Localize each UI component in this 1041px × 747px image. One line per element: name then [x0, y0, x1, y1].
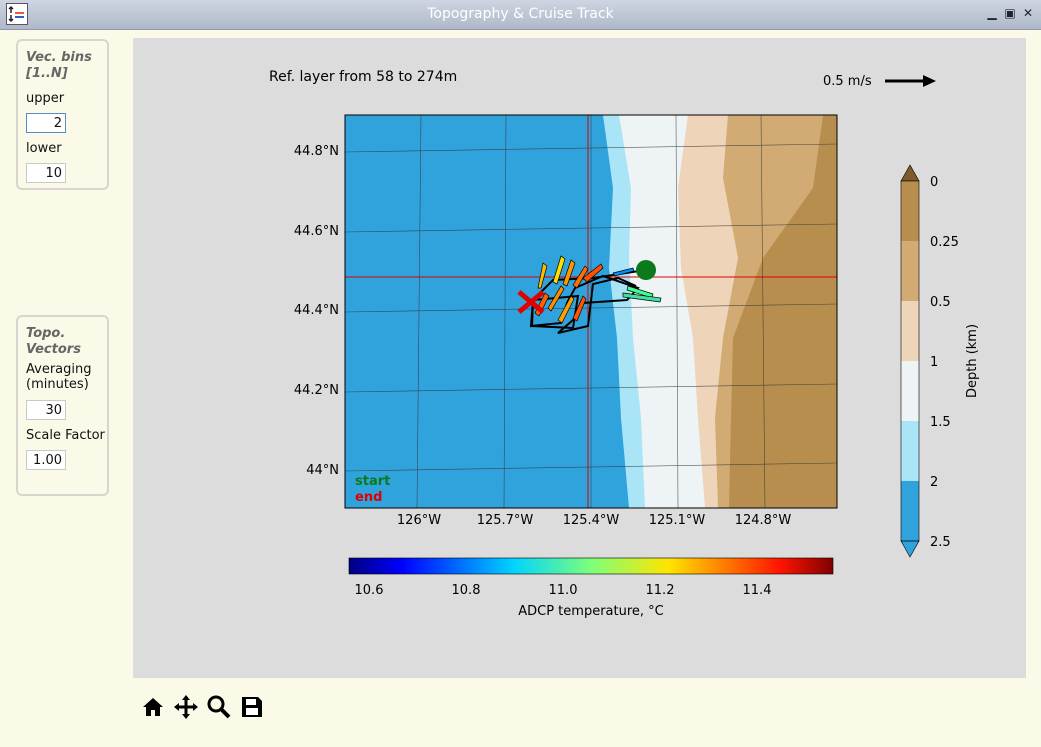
lat-tick: 44.4°N [294, 303, 339, 318]
depth-colorbar: 0 0.25 0.5 1 1.5 2 2.5 Depth (km) [900, 164, 980, 558]
lat-tick: 44.6°N [294, 224, 339, 239]
depth-colorbar-label: Depth (km) [965, 324, 980, 398]
temp-tick: 10.8 [452, 583, 481, 598]
temp-colorbar-label: ADCP temperature, °C [518, 604, 664, 619]
lat-tick: 44.2°N [294, 383, 339, 398]
depth-tick: 1 [930, 355, 938, 370]
lat-tick: 44.8°N [294, 144, 339, 159]
temp-tick: 11.0 [549, 583, 578, 598]
start-marker [636, 260, 656, 280]
lon-tick: 124.8°W [735, 513, 792, 528]
window-title: Topography & Cruise Track [427, 6, 614, 22]
legend-end: end [355, 490, 382, 505]
temp-tick: 11.2 [646, 583, 675, 598]
scale-factor-input[interactable] [26, 450, 66, 470]
home-icon[interactable] [140, 694, 168, 722]
scale-factor-label: Scale Factor [26, 428, 105, 443]
topo-vectors-title: Topo. Vectors [26, 326, 81, 357]
pan-icon[interactable] [173, 694, 201, 722]
topo-vectors-panel: Topo. Vectors Averaging (minutes) Scale … [16, 315, 109, 496]
upper-label: upper [26, 91, 65, 106]
scale-arrow [885, 75, 936, 87]
temp-tick: 10.6 [355, 583, 384, 598]
lower-bin-input[interactable] [26, 163, 66, 183]
maximize-icon[interactable]: ▣ [1003, 6, 1017, 20]
lat-tick: 44°N [306, 463, 339, 478]
scale-arrow-label: 0.5 m/s [823, 74, 872, 89]
save-icon[interactable] [239, 694, 267, 722]
vec-bins-panel: Vec. bins [1..N] upper lower [16, 39, 109, 190]
close-icon[interactable]: ✕ [1021, 6, 1035, 20]
lon-tick: 125.4°W [563, 513, 620, 528]
depth-tick: 2.5 [930, 535, 951, 550]
lon-tick: 125.7°W [477, 513, 534, 528]
lon-tick: 125.1°W [649, 513, 706, 528]
zoom-icon[interactable] [206, 694, 234, 722]
depth-tick: 2 [930, 475, 938, 490]
averaging-label: Averaging (minutes) [26, 362, 92, 392]
depth-tick: 1.5 [930, 415, 951, 430]
figure-canvas: Ref. layer from 58 to 274m 0.5 m/s start… [133, 38, 1026, 678]
upper-bin-input[interactable] [26, 113, 66, 133]
temperature-colorbar: 10.6 10.8 11.0 11.2 11.4 ADCP temperatur… [348, 557, 834, 619]
vec-bins-title: Vec. bins [1..N] [26, 50, 92, 81]
depth-tick: 0.25 [930, 235, 959, 250]
lon-tick: 126°W [397, 513, 441, 528]
lower-label: lower [26, 141, 62, 156]
depth-tick: 0 [930, 175, 938, 190]
averaging-input[interactable] [26, 400, 66, 420]
depth-tick: 0.5 [930, 295, 951, 310]
temp-tick: 11.4 [743, 583, 772, 598]
minimize-icon[interactable]: ▁ [985, 6, 999, 20]
window-titlebar: Topography & Cruise Track ▁ ▣ ✕ [0, 0, 1041, 30]
legend-start: start [355, 474, 390, 489]
topography-map[interactable] [344, 114, 838, 509]
ref-layer-text: Ref. layer from 58 to 274m [269, 69, 457, 85]
